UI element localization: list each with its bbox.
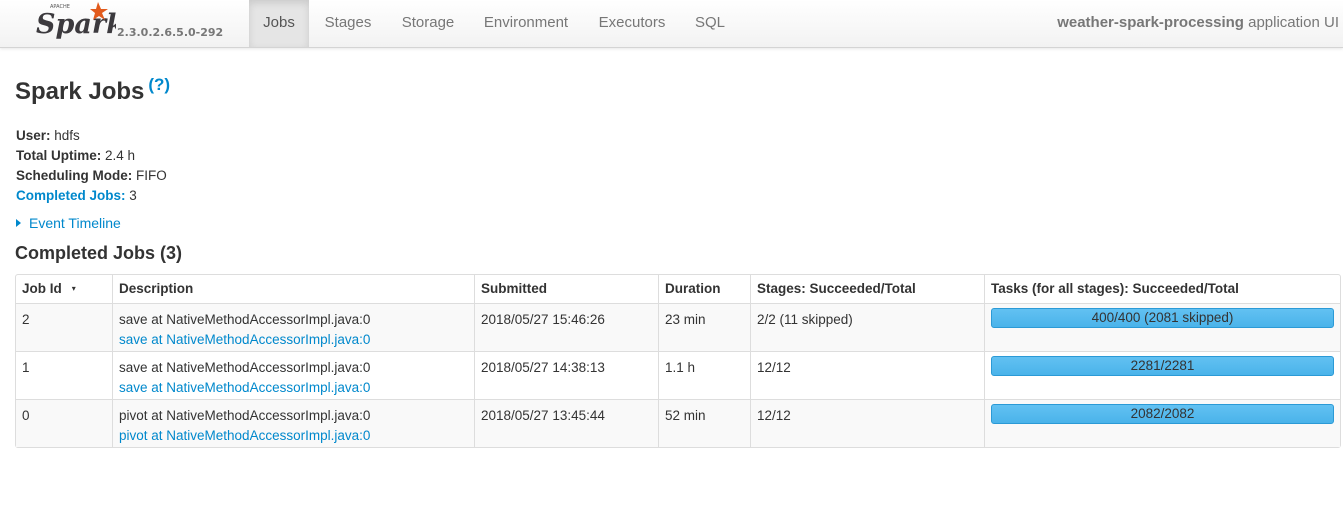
tab-sql[interactable]: SQL [686,0,734,47]
top-navbar: APACHE Spark 2.3.0.2.6.5.0-292 Jobs Stag… [0,0,1343,48]
app-name: weather-spark-processing [1057,14,1244,31]
description-cell: save at NativeMethodAccessorImpl.java:0 … [112,351,474,399]
tasks-progress-bar: 2082/2082 [991,404,1334,424]
stages-cell: 2/2 (11 skipped) [750,303,984,351]
description-text: save at NativeMethodAccessorImpl.java:0 [119,312,371,327]
stages-cell: 12/12 [750,399,984,447]
summary-completed-jobs: Completed Jobs: 3 [16,188,137,203]
summary-user: User: hdfs [16,128,80,143]
tasks-progress-bar: 400/400 (2081 skipped) [991,308,1334,328]
column-header-stages[interactable]: Stages: Succeeded/Total [750,275,984,303]
description-link[interactable]: pivot at NativeMethodAccessorImpl.java:0 [119,426,468,446]
duration-cell: 1.1 h [658,351,750,399]
submitted-cell: 2018/05/27 14:38:13 [474,351,658,399]
summary-uptime: Total Uptime: 2.4 h [16,148,136,163]
page-title: Spark Jobs (?) [15,75,170,106]
tasks-cell: 2082/2082 [984,399,1340,447]
submitted-cell: 2018/05/27 15:46:26 [474,303,658,351]
tasks-cell: 2281/2281 [984,351,1340,399]
job-summary: User: hdfs Total Uptime: 2.4 h Schedulin… [16,126,167,206]
job-id-cell: 1 [16,351,112,399]
sort-down-icon: ▾ [71,284,76,293]
description-cell: pivot at NativeMethodAccessorImpl.java:0… [112,399,474,447]
duration-cell: 52 min [658,399,750,447]
stages-cell: 12/12 [750,351,984,399]
page-title-text: Spark Jobs [15,78,145,105]
column-header-duration[interactable]: Duration [658,275,750,303]
tasks-progress-bar: 2281/2281 [991,356,1334,376]
column-header-tasks[interactable]: Tasks (for all stages): Succeeded/Total [984,275,1340,303]
event-timeline-toggle[interactable]: Event Timeline [16,215,121,231]
completed-jobs-heading[interactable]: Completed Jobs (3) [15,243,182,264]
logo-text: Spark [36,9,116,40]
spark-logo[interactable]: APACHE Spark [36,0,116,40]
column-header-description[interactable]: Description [112,275,474,303]
description-link[interactable]: save at NativeMethodAccessorImpl.java:0 [119,330,468,350]
table-row: 1 save at NativeMethodAccessorImpl.java:… [16,351,1340,399]
summary-scheduling-mode: Scheduling Mode: FIFO [16,168,167,183]
table-row: 0 pivot at NativeMethodAccessorImpl.java… [16,399,1340,447]
job-id-cell: 0 [16,399,112,447]
column-header-job-id[interactable]: Job Id ▾ [16,275,112,303]
duration-cell: 23 min [658,303,750,351]
job-id-cell: 2 [16,303,112,351]
tab-environment[interactable]: Environment [474,0,578,47]
description-link[interactable]: save at NativeMethodAccessorImpl.java:0 [119,378,468,398]
completed-jobs-link[interactable]: Completed Jobs: [16,188,126,203]
completed-jobs-table: Job Id ▾ Description Submitted Duration S… [15,274,1341,448]
tab-jobs[interactable]: Jobs [249,0,309,47]
description-text: pivot at NativeMethodAccessorImpl.java:0 [119,408,371,423]
tasks-cell: 400/400 (2081 skipped) [984,303,1340,351]
submitted-cell: 2018/05/27 13:45:44 [474,399,658,447]
tab-storage[interactable]: Storage [390,0,466,47]
table-row: 2 save at NativeMethodAccessorImpl.java:… [16,303,1340,351]
app-suffix: application UI [1248,14,1339,31]
caret-right-icon [16,219,21,227]
version-label: 2.3.0.2.6.5.0-292 [117,26,224,39]
description-text: save at NativeMethodAccessorImpl.java:0 [119,360,371,375]
app-title: weather-spark-processing application UI [1057,0,1339,45]
tab-executors[interactable]: Executors [588,0,676,47]
tab-stages[interactable]: Stages [312,0,384,47]
event-timeline-label: Event Timeline [29,215,121,231]
help-link[interactable]: (?) [148,75,170,94]
description-cell: save at NativeMethodAccessorImpl.java:0 … [112,303,474,351]
column-header-submitted[interactable]: Submitted [474,275,658,303]
